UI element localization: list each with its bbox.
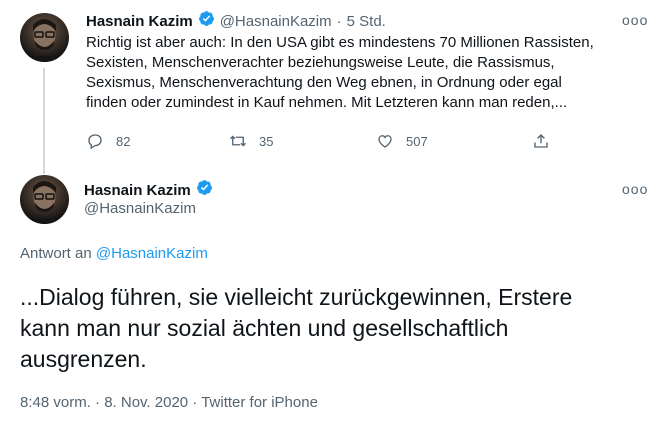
tweet-text-line: Sexismus, Menschenverachtung den Weg ebn… <box>86 74 562 91</box>
author-handle[interactable]: @HasnainKazim <box>84 200 196 217</box>
tweet-text-line: Richtig ist aber auch: In den USA gibt e… <box>86 34 594 51</box>
more-icon[interactable]: ooo <box>622 181 648 197</box>
retweet-icon <box>230 135 246 147</box>
tweet-header: Hasnain Kazim <box>84 179 213 201</box>
reply-button[interactable]: 82 <box>86 132 130 150</box>
retweet-count: 35 <box>259 133 274 149</box>
retweet-button[interactable]: 35 <box>229 132 273 150</box>
timestamp[interactable]: 5 Std. <box>347 13 386 30</box>
tweet-text-line: ...Dialog führen, sie vielleicht zurückg… <box>20 284 573 310</box>
author-name[interactable]: Hasnain Kazim <box>86 13 193 30</box>
separator: · <box>336 12 342 30</box>
tweet-text-line: ausgrenzen. <box>20 346 147 372</box>
reply-icon <box>88 134 102 150</box>
verified-badge-icon <box>198 10 215 32</box>
reply-handle-link[interactable]: @HasnainKazim <box>96 245 208 262</box>
tweet-text-line: finden oder zumindest in Kauf nehmen. Mi… <box>86 94 568 111</box>
verified-badge-icon <box>196 179 213 201</box>
reply-context: Antwort an @HasnainKazim <box>20 245 208 262</box>
author-name[interactable]: Hasnain Kazim <box>84 182 191 199</box>
tweet-header: Hasnain Kazim @HasnainKazim · 5 Std. <box>86 10 386 32</box>
avatar[interactable] <box>20 13 69 62</box>
like-button[interactable]: 507 <box>376 132 428 150</box>
tweet-meta[interactable]: 8:48 vorm. · 8. Nov. 2020 · Twitter for … <box>20 394 318 411</box>
author-handle[interactable]: @HasnainKazim <box>220 13 332 30</box>
share-icon <box>534 134 548 148</box>
more-icon[interactable]: ooo <box>622 12 648 28</box>
tweet-text: ...Dialog führen, sie vielleicht zurückg… <box>20 282 650 375</box>
like-count: 507 <box>406 133 428 149</box>
thread-line <box>43 68 45 174</box>
like-icon <box>378 135 392 148</box>
reply-prefix: Antwort an <box>20 245 92 262</box>
reply-count: 82 <box>116 133 131 149</box>
tweet-text-line: Sexisten, Menschenverachter beziehungswe… <box>86 54 555 71</box>
tweet-text-line: kann man nur sozial ächten und gesellsch… <box>20 315 509 341</box>
share-button[interactable] <box>532 132 550 150</box>
avatar[interactable] <box>20 175 69 224</box>
tweet-text: Richtig ist aber auch: In den USA gibt e… <box>86 33 646 113</box>
